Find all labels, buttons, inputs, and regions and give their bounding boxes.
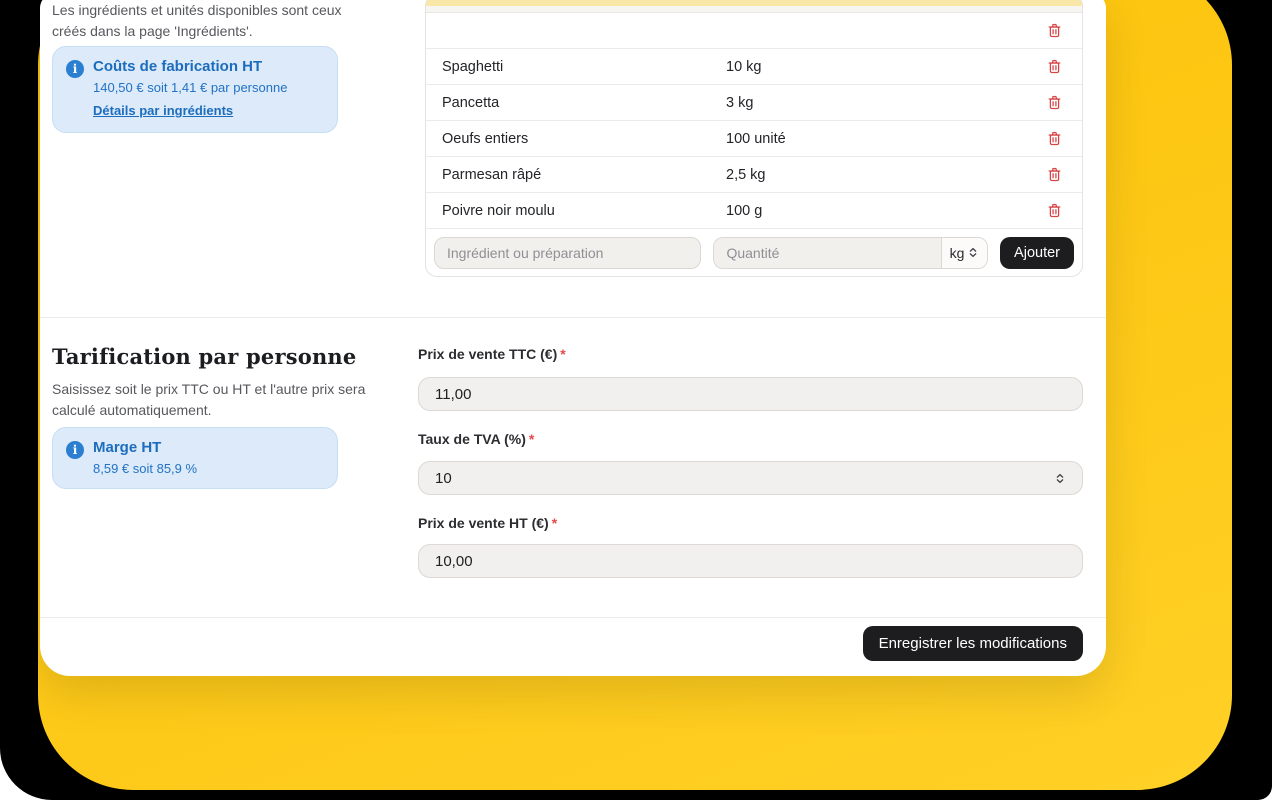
chevron-up-down-icon (967, 246, 979, 259)
ingredient-name: Pancetta (426, 95, 726, 111)
ingredient-quantity: 3 kg (726, 95, 753, 111)
ingredient-name: Parmesan râpé (426, 167, 726, 183)
trash-icon (1046, 130, 1063, 147)
table-row (426, 13, 1082, 49)
table-cut-row (426, 0, 1082, 13)
required-asterisk: * (529, 431, 534, 447)
delete-ingredient-button[interactable] (1043, 200, 1065, 222)
footer-divider (40, 617, 1106, 618)
trash-icon (1046, 94, 1063, 111)
pricing-section-title: Tarification par personne (52, 344, 356, 369)
quantity-input[interactable] (714, 238, 941, 268)
ingredient-name: Poivre noir moulu (426, 203, 726, 219)
unit-select[interactable]: kg (941, 238, 987, 268)
ingredient-quantity: 100 unité (726, 131, 786, 147)
quantity-input-group: kg (713, 237, 988, 269)
ingredient-count: 5 ingrédients (426, 276, 1082, 277)
unit-select-value: kg (950, 245, 965, 261)
vat-rate-label-text: Taux de TVA (%) (418, 431, 526, 447)
ttc-price-label-text: Prix de vente TTC (€) (418, 346, 557, 362)
info-icon: i (66, 60, 84, 78)
delete-ingredient-button[interactable] (1043, 128, 1065, 150)
fabrication-costs-box: i Coûts de fabrication HT 140,50 € soit … (52, 46, 338, 133)
ht-price-label-text: Prix de vente HT (€) (418, 515, 549, 531)
section-divider (40, 317, 1106, 318)
table-row: Pancetta 3 kg (426, 85, 1082, 121)
save-button[interactable]: Enregistrer les modifications (863, 626, 1083, 661)
delete-ingredient-button[interactable] (1043, 20, 1065, 42)
ingredients-help-text: Les ingrédients et unités disponibles so… (52, 0, 368, 42)
required-asterisk: * (552, 515, 557, 531)
info-icon: i (66, 441, 84, 459)
trash-icon (1046, 202, 1063, 219)
pricing-section-subtitle: Saisissez soit le prix TTC ou HT et l'au… (52, 379, 397, 421)
fabrication-costs-title: Coûts de fabrication HT (93, 58, 323, 75)
ingredient-name: Oeufs entiers (426, 131, 726, 147)
delete-ingredient-button[interactable] (1043, 92, 1065, 114)
add-ingredient-button[interactable]: Ajouter (1000, 237, 1074, 269)
trash-icon (1046, 166, 1063, 183)
trash-icon (1046, 58, 1063, 75)
margin-detail: 8,59 € soit 85,9 % (93, 461, 323, 476)
vat-rate-value: 10 (435, 470, 452, 487)
ingredient-rows: Spaghetti 10 kg Pancetta 3 kg (426, 13, 1082, 229)
ttc-price-label: Prix de vente TTC (€)* (418, 346, 566, 362)
add-ingredient-row: kg Ajouter (426, 229, 1082, 276)
ingredient-quantity: 2,5 kg (726, 167, 766, 183)
table-row: Poivre noir moulu 100 g (426, 193, 1082, 229)
details-per-ingredient-link[interactable]: Détails par ingrédients (93, 103, 233, 118)
ingredient-name: Spaghetti (426, 59, 726, 75)
table-row: Parmesan râpé 2,5 kg (426, 157, 1082, 193)
delete-ingredient-button[interactable] (1043, 164, 1065, 186)
fabrication-costs-detail: 140,50 € soit 1,41 € par personne (93, 80, 323, 95)
table-row: Spaghetti 10 kg (426, 49, 1082, 85)
ht-price-label: Prix de vente HT (€)* (418, 515, 557, 531)
trash-icon (1046, 22, 1063, 39)
ttc-price-input[interactable] (418, 377, 1083, 411)
ingredients-table: Spaghetti 10 kg Pancetta 3 kg (425, 0, 1083, 277)
margin-title: Marge HT (93, 439, 323, 456)
table-row: Oeufs entiers 100 unité (426, 121, 1082, 157)
vat-rate-label: Taux de TVA (%)* (418, 431, 534, 447)
chevron-up-down-icon (1054, 472, 1066, 485)
ingredient-quantity: 100 g (726, 203, 762, 219)
ht-price-input[interactable] (418, 544, 1083, 578)
ingredient-search-input[interactable] (434, 237, 701, 269)
vat-rate-select[interactable]: 10 (418, 461, 1083, 495)
required-asterisk: * (560, 346, 565, 362)
delete-ingredient-button[interactable] (1043, 56, 1065, 78)
margin-box: i Marge HT 8,59 € soit 85,9 % (52, 427, 338, 489)
screen: Les ingrédients et unités disponibles so… (0, 0, 1272, 800)
ingredient-quantity: 10 kg (726, 59, 761, 75)
